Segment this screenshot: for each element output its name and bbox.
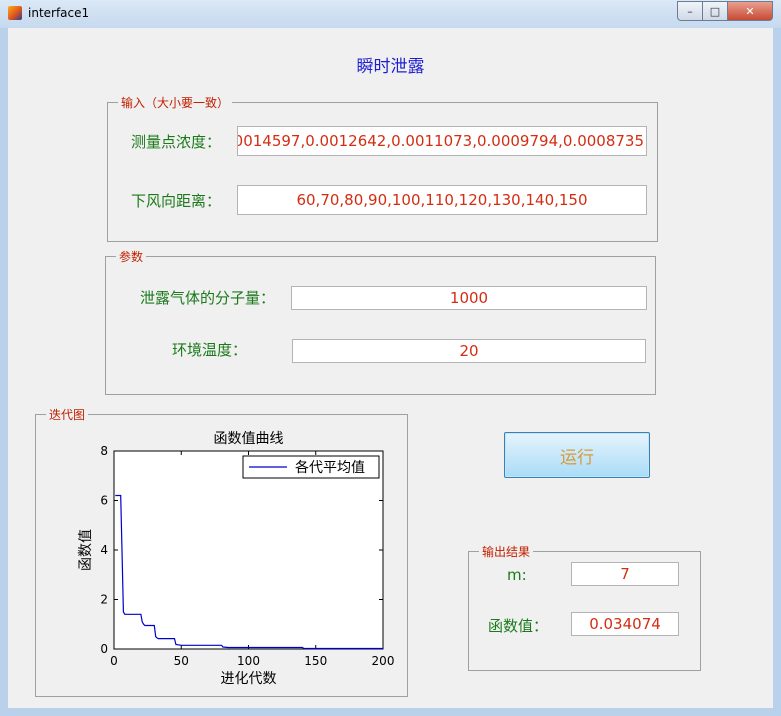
chart-title: 函数值曲线 — [214, 431, 284, 447]
y-tick-label: 6 — [100, 494, 108, 508]
x-axis-label: 进化代数 — [221, 671, 277, 687]
minimize-button[interactable]: – — [677, 1, 703, 21]
legend-label: 各代平均值 — [295, 460, 365, 476]
x-tick-label: 200 — [372, 654, 395, 668]
run-button[interactable]: 运行 — [504, 432, 650, 478]
molecular-weight-input[interactable]: 1000 — [291, 286, 647, 310]
m-output: 7 — [571, 562, 679, 586]
x-tick-label: 100 — [237, 654, 260, 668]
temperature-input[interactable]: 20 — [292, 339, 646, 363]
output-group-legend: 输出结果 — [482, 545, 531, 559]
m-label: m: — [507, 566, 527, 584]
distance-label: 下风向距离： — [131, 192, 222, 210]
function-value-label: 函数值： — [488, 617, 549, 635]
close-button[interactable]: ✕ — [728, 1, 773, 21]
y-tick-label: 0 — [100, 642, 108, 656]
params-group-legend: 参数 — [119, 250, 144, 264]
maximize-button[interactable]: □ — [703, 1, 728, 21]
concentration-label: 测量点浓度： — [131, 133, 222, 151]
x-tick-label: 50 — [174, 654, 189, 668]
input-group: 输入（大小要一致） — [107, 94, 658, 242]
temperature-label: 环境温度： — [172, 341, 248, 359]
window-title: interface1 — [28, 6, 90, 20]
y-axis-label: 函数值 — [78, 529, 94, 571]
x-tick-label: 150 — [304, 654, 327, 668]
concentration-input[interactable]: 3,0.0014597,0.0012642,0.0011073,0.000979… — [237, 126, 647, 156]
molecular-weight-label: 泄露气体的分子量： — [140, 289, 276, 307]
input-group-legend: 输入（大小要一致） — [121, 96, 230, 110]
page-title: 瞬时泄露 — [356, 57, 425, 77]
convergence-chart: 0 50 100 150 200 0 2 4 6 8 函数值曲线进化代数 函数值 各代平均值 — [78, 431, 395, 687]
function-value-output: 0.034074 — [571, 612, 679, 636]
params-group: 参数 — [105, 248, 656, 395]
maximize-icon: □ — [709, 4, 721, 18]
y-tick-label: 4 — [100, 543, 108, 557]
x-tick-label: 0 — [110, 654, 118, 668]
y-tick-label: 2 — [100, 593, 108, 607]
matlab-icon — [8, 6, 22, 20]
close-icon: ✕ — [745, 4, 755, 18]
figure-client-area: 瞬时泄露 输入（大小要一致） 测量点浓度： 3,0.0014597,0.0012… — [8, 28, 773, 708]
distance-input[interactable]: 60,70,80,90,100,110,120,130,140,150 — [237, 185, 647, 215]
plot-area — [113, 450, 384, 650]
y-tick-label: 8 — [100, 444, 108, 458]
title-bar: interface1 – □ ✕ — [0, 0, 781, 28]
minimize-icon: – — [687, 4, 693, 18]
